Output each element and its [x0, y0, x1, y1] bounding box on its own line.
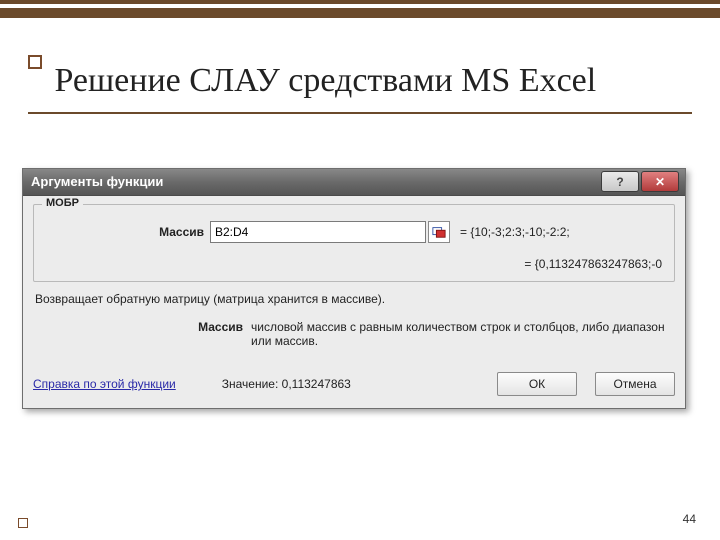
close-icon: ✕ — [655, 175, 665, 189]
slide-stage: Решение СЛАУ средствами MS Excel Аргумен… — [0, 0, 720, 540]
argument-row: Массив = {10;-3;2:3;-10;-2:2; — [44, 221, 664, 243]
argument-fieldset: МОБР Массив = {10;-3;2:3;-10;-2:2; = {0,… — [33, 204, 675, 282]
dialog-title: Аргументы функции — [31, 174, 163, 189]
slide-top-decor — [0, 0, 720, 18]
range-picker-icon — [432, 225, 446, 239]
range-picker-button[interactable] — [428, 221, 450, 243]
function-name-legend: МОБР — [42, 197, 83, 209]
title-underline — [28, 112, 692, 114]
argument-input[interactable] — [210, 221, 426, 243]
slide-title-area: Решение СЛАУ средствами MS Excel — [28, 62, 692, 100]
value-label: Значение: — [222, 377, 279, 391]
decor-bar-thick — [0, 8, 720, 18]
dialog-titlebar[interactable]: Аргументы функции ? ✕ — [23, 169, 685, 196]
dialog-body: МОБР Массив = {10;-3;2:3;-10;-2:2; = {0,… — [23, 196, 685, 408]
argument-help-text: числовой массив с равным количеством стр… — [251, 320, 675, 348]
page-number: 44 — [683, 512, 696, 526]
bullet-square-icon — [28, 55, 42, 69]
slide-title: Решение СЛАУ средствами MS Excel — [54, 62, 596, 99]
help-button[interactable]: ? — [601, 171, 639, 192]
value-text: 0,113247863 — [282, 377, 351, 391]
function-arguments-dialog: Аргументы функции ? ✕ МОБР Массив = {10;… — [22, 168, 686, 409]
argument-label: Массив — [44, 225, 210, 239]
argument-preview: = {10;-3;2:3;-10;-2:2; — [460, 225, 570, 239]
result-preview: = {0,113247863247863;-0 — [44, 257, 664, 271]
decor-bar — [0, 0, 720, 4]
help-icon: ? — [616, 175, 623, 189]
decor-mini-square-icon — [18, 518, 28, 528]
dialog-bottom-row: Справка по этой функции Значение: 0,1132… — [33, 372, 675, 396]
cancel-button[interactable]: Отмена — [595, 372, 675, 396]
value-wrap: Значение: 0,113247863 — [222, 377, 351, 391]
function-help-link[interactable]: Справка по этой функции — [33, 377, 176, 391]
argument-help-label: Массив — [33, 320, 251, 348]
close-button[interactable]: ✕ — [641, 171, 679, 192]
function-description: Возвращает обратную матрицу (матрица хра… — [35, 292, 673, 306]
ok-button[interactable]: ОК — [497, 372, 577, 396]
argument-help-row: Массив числовой массив с равным количест… — [33, 320, 675, 348]
